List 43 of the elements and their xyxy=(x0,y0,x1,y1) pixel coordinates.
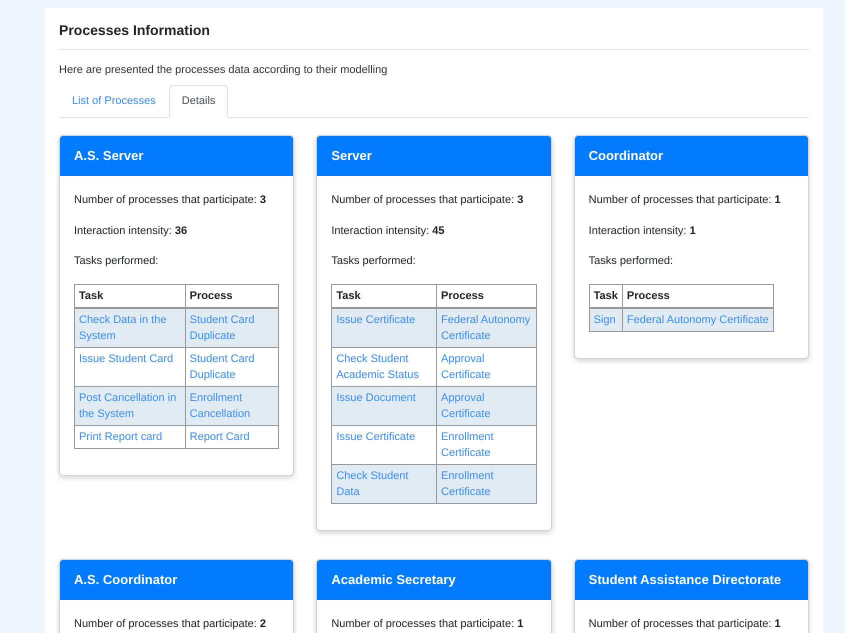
process-link[interactable]: Enrollment Certificate xyxy=(436,425,536,464)
process-link[interactable]: Federal Autonomy Certificate xyxy=(436,308,536,347)
task-link[interactable]: Issue Document xyxy=(332,386,437,425)
task-link[interactable]: Sign xyxy=(589,308,622,331)
intensity-text: Interaction intensity: 1 xyxy=(588,224,697,238)
task-link[interactable]: Check Student Data xyxy=(332,464,437,503)
card-title: A.S. Coordinator xyxy=(74,570,178,589)
task-link[interactable]: Issue Student Card xyxy=(74,347,186,386)
tab[interactable]: Details xyxy=(168,84,228,118)
column-header: Task xyxy=(589,284,622,308)
participate-text: Number of processes that participate: 1 xyxy=(588,193,782,208)
participate-text: Number of processes that participate: 3 xyxy=(331,193,524,208)
process-link[interactable]: Federal Autonomy Certificate xyxy=(622,308,774,331)
process-link[interactable]: Approval Certificate xyxy=(436,347,536,386)
participate-text: Number of processes that participate: 1 xyxy=(331,616,524,632)
intensity-text: Interaction intensity: 36 xyxy=(74,224,188,238)
card-title: Server xyxy=(331,147,372,166)
card-title: Student Assistance Directorate xyxy=(588,570,782,589)
process-link[interactable]: Student Card Duplicate xyxy=(185,308,279,347)
task-link[interactable]: Issue Certificate xyxy=(332,308,437,347)
card-title: A.S. Server xyxy=(74,147,144,166)
card-title: Coordinator xyxy=(588,147,664,166)
tab[interactable]: List of Processes xyxy=(59,84,169,117)
participate-text: Number of processes that participate: 1 xyxy=(588,616,782,632)
tasks-label: Tasks performed: xyxy=(74,254,160,269)
process-link[interactable]: Approval Certificate xyxy=(436,386,536,425)
process-link[interactable]: Student Card Duplicate xyxy=(185,347,279,386)
task-link[interactable]: Issue Certificate xyxy=(332,425,437,464)
intensity-text: Interaction intensity: 45 xyxy=(331,224,446,238)
participate-text: Number of processes that participate: 3 xyxy=(74,193,267,208)
page-description: Here are presented the processes data according to their modelling xyxy=(59,63,388,78)
task-link[interactable]: Print Report card xyxy=(74,425,186,448)
tasks-label: Tasks performed: xyxy=(588,254,674,269)
tasks-label: Tasks performed: xyxy=(331,254,417,269)
process-link[interactable]: Report Card xyxy=(185,425,279,448)
page-title: Processes Information xyxy=(59,20,809,50)
participate-text: Number of processes that participate: 2 xyxy=(74,616,267,632)
task-link[interactable]: Post Cancellation in the System xyxy=(74,386,186,425)
card-title: Academic Secretary xyxy=(331,570,456,589)
task-link[interactable]: Check Student Academic Status xyxy=(332,347,437,386)
process-link[interactable]: Enrollment Cancellation xyxy=(185,386,279,425)
process-link[interactable]: Enrollment Certificate xyxy=(436,464,536,503)
task-link[interactable]: Check Data in the System xyxy=(74,308,186,347)
